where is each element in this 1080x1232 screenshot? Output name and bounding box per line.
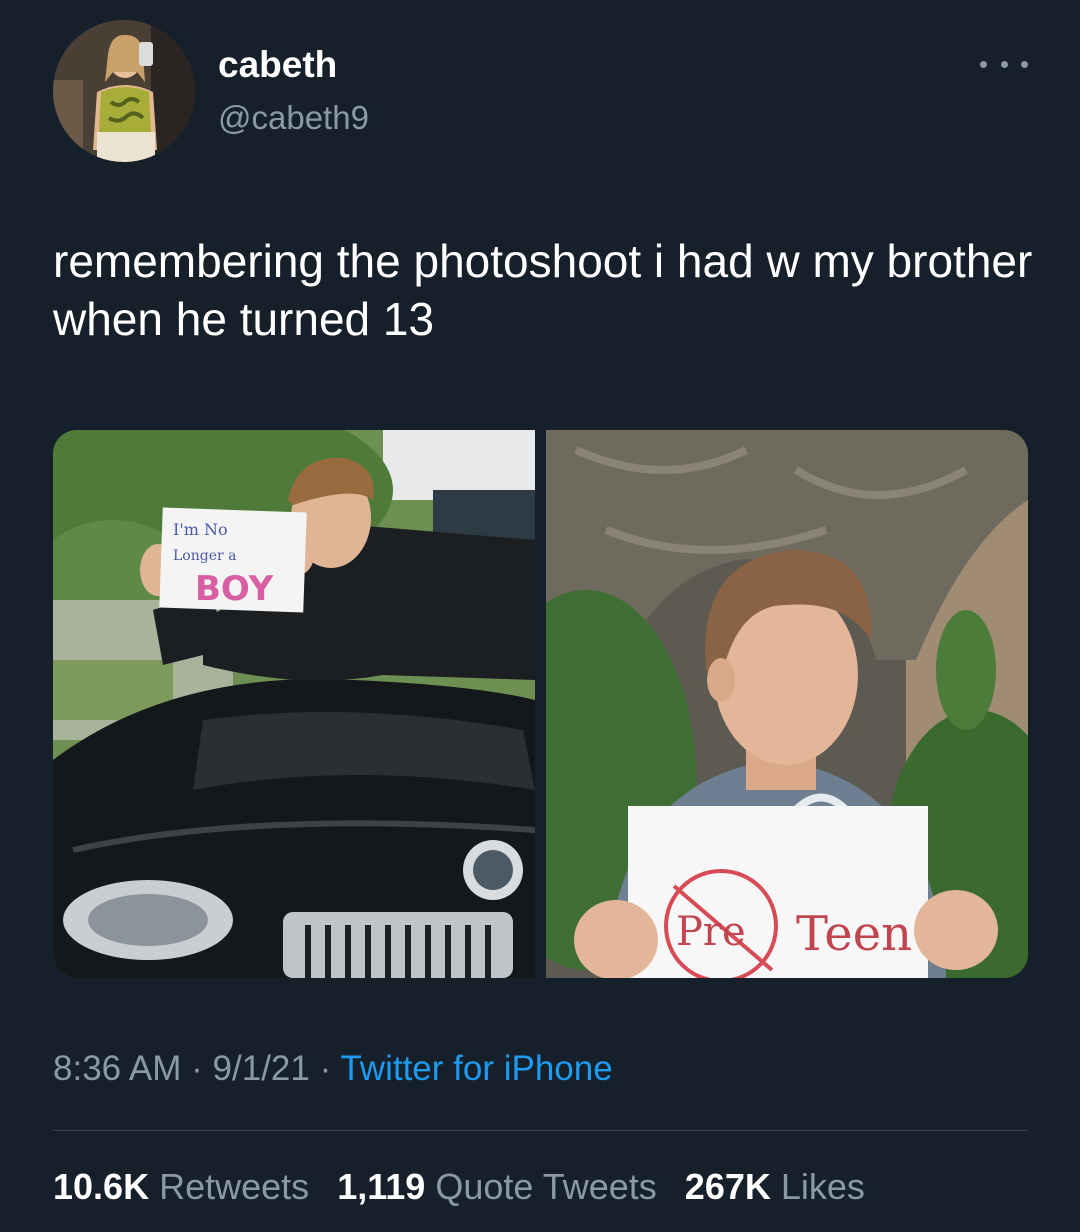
likes-count: 267K [684, 1166, 771, 1207]
quote-tweets-stat[interactable]: 1,119 Quote Tweets [337, 1166, 657, 1207]
sign-text-left: I'm No [173, 520, 228, 539]
tweet-date[interactable]: 9/1/21 [213, 1049, 310, 1088]
svg-text:Teen: Teen [796, 906, 912, 962]
retweets-stat[interactable]: 10.6K Retweets [53, 1166, 309, 1207]
more-dot [980, 60, 987, 68]
tweet-text: remembering the photoshoot i had w my br… [53, 235, 1033, 345]
photo-boy-on-car: I'm No Longer a BOY [53, 430, 535, 978]
more-options-icon[interactable] [980, 50, 1028, 78]
avatar[interactable] [53, 20, 195, 162]
more-dot [1000, 60, 1008, 68]
tweet-time[interactable]: 8:36 AM [53, 1049, 181, 1088]
retweets-count: 10.6K [53, 1166, 150, 1207]
profile-photo [53, 20, 195, 162]
tweet-media[interactable]: I'm No Longer a BOY Pre Teen [53, 430, 1028, 978]
tweet-meta: 8:36 AM · 9/1/21 · Twitter for iPhone [53, 1046, 613, 1092]
retweets-label: Retweets [159, 1166, 310, 1207]
user-handle[interactable]: @cabeth9 [218, 96, 369, 140]
tweet-stats: 10.6K Retweets 1,119 Quote Tweets 267K L… [53, 1164, 883, 1210]
meta-separator: · [191, 1049, 203, 1088]
meta-separator: · [319, 1049, 332, 1088]
divider [53, 1130, 1028, 1131]
quotes-label: Quote Tweets [435, 1166, 657, 1207]
photo-boy-with-sign: Pre Teen [546, 430, 1028, 978]
display-name[interactable]: cabeth [218, 42, 337, 88]
svg-text:BOY: BOY [195, 569, 274, 609]
media-photo-right[interactable]: Pre Teen [546, 430, 1028, 978]
likes-label: Likes [780, 1166, 865, 1207]
svg-text:Longer a: Longer a [173, 548, 236, 564]
media-photo-left[interactable]: I'm No Longer a BOY [53, 430, 535, 978]
sign-text-right: Pre [676, 909, 746, 955]
tweet-source-link[interactable]: Twitter for iPhone [340, 1049, 612, 1088]
likes-stat[interactable]: 267K Likes [685, 1166, 865, 1207]
quotes-count: 1,119 [337, 1166, 426, 1207]
more-dot [1021, 60, 1028, 68]
